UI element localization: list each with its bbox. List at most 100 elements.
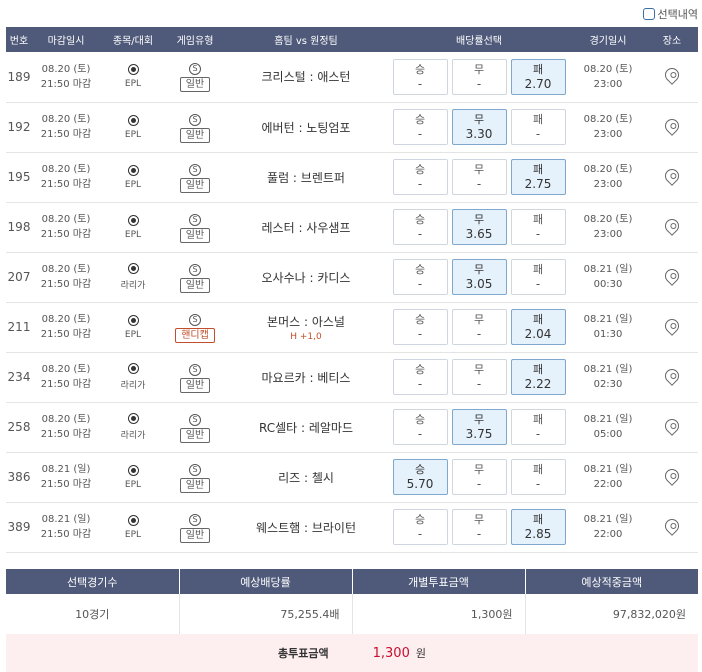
odds-draw-button[interactable]: 무 3.30 xyxy=(451,109,507,145)
map-pin-icon[interactable] xyxy=(662,215,682,236)
odds-lose-button[interactable]: 패 2.75 xyxy=(510,159,566,195)
odds-draw-value: - xyxy=(476,327,482,341)
map-pin-icon[interactable] xyxy=(662,65,682,86)
game-date-cell: 08.20 (토) 23:00 xyxy=(570,202,646,252)
odds-draw-button[interactable]: 무 3.05 xyxy=(451,259,507,295)
summary-table: 선택경기수 예상배당률 개별투표금액 예상적중금액 10경기 75,255.4배… xyxy=(6,569,698,635)
odds-draw-button[interactable]: 무- xyxy=(451,509,507,545)
match-number: 211 xyxy=(7,320,31,334)
odds-lose-label: 패 xyxy=(532,113,544,126)
map-pin-icon[interactable] xyxy=(662,515,682,536)
odds-win-button[interactable]: 승- xyxy=(392,509,448,545)
odds-cell: 승 - 무 - 패 2.04 xyxy=(388,302,570,352)
odds-lose-button[interactable]: 패 2.85 xyxy=(510,509,566,545)
odds-draw-button[interactable]: 무- xyxy=(451,309,507,345)
odds-cell: 승 - 무 3.05 패 - xyxy=(388,252,570,302)
deadline-cell: 08.20 (토) 21:50 마감 xyxy=(32,102,100,152)
odds-draw-label: 무 xyxy=(473,213,485,226)
odds-lose-button[interactable]: 패- xyxy=(510,459,566,495)
s-circle-icon: S xyxy=(189,413,201,426)
map-pin-icon[interactable] xyxy=(662,265,682,286)
odds-win-button[interactable]: 승- xyxy=(392,159,448,195)
map-pin-icon[interactable] xyxy=(662,165,682,186)
soccer-ball-icon xyxy=(127,263,139,274)
deadline-date: 08.21 (일) xyxy=(41,464,91,475)
odds-lose-button[interactable]: 패 2.04 xyxy=(510,309,566,345)
deadline-cell: 08.21 (일) 21:50 마감 xyxy=(32,452,100,502)
map-pin-icon[interactable] xyxy=(662,465,682,486)
odds-draw-button[interactable]: 무- xyxy=(451,459,507,495)
header-league: 종목/대회 xyxy=(100,27,166,52)
odds-cell: 승 - 무 - 패 2.22 xyxy=(388,352,570,402)
odds-cell: 승 - 무 3.75 패 - xyxy=(388,402,570,452)
game-date-cell: 08.21 (일) 01:30 xyxy=(570,302,646,352)
odds-win-value: - xyxy=(417,277,423,291)
odds-win-value: - xyxy=(417,227,423,241)
odds-draw-value: 3.65 xyxy=(465,227,493,241)
game-date: 08.21 (일) xyxy=(583,314,633,325)
match-number: 258 xyxy=(7,420,31,434)
teams-cell: 웨스트햄 : 브라이턴 xyxy=(224,502,388,552)
venue-cell xyxy=(646,52,698,102)
game-type-cell: S 일반 xyxy=(166,252,224,302)
odds-win-button[interactable]: 승- xyxy=(392,58,448,95)
odds-draw-button[interactable]: 무- xyxy=(451,359,507,395)
odds-draw-button[interactable]: 무- xyxy=(451,58,507,95)
odds-draw-button[interactable]: 무 3.65 xyxy=(451,209,507,245)
odds-lose-button[interactable]: 패- xyxy=(510,109,566,145)
odds-win-button[interactable]: 승- xyxy=(392,109,448,145)
table-row: 192 08.20 (토) 21:50 마감 EPL S 일반 에버턴 : 노팅엄포 승 - 무 3… xyxy=(6,102,698,152)
summary-header-count: 선택경기수 xyxy=(6,569,180,594)
league-cell: 라리가 xyxy=(100,402,166,452)
odds-lose-button[interactable]: 패- xyxy=(510,259,566,295)
game-date: 08.21 (일) xyxy=(583,514,633,525)
odds-win-value: - xyxy=(417,127,423,141)
odds-cell: 승 - 무 - 패 2.85 xyxy=(388,502,570,552)
table-row: 386 08.21 (일) 21:50 마감 EPL S 일반 리즈 : 첼시 승 5.70 무 -… xyxy=(6,452,698,502)
odds-win-button[interactable]: 승- xyxy=(392,359,448,395)
game-date-cell: 08.20 (토) 23:00 xyxy=(570,102,646,152)
odds-draw-button[interactable]: 무 3.75 xyxy=(451,409,507,445)
match-number: 192 xyxy=(7,120,31,134)
map-pin-icon[interactable] xyxy=(662,315,682,336)
odds-lose-label: 패 xyxy=(532,313,544,326)
venue-cell xyxy=(646,352,698,402)
odds-win-button[interactable]: 승- xyxy=(392,209,448,245)
odds-lose-button[interactable]: 패 2.70 xyxy=(510,58,566,95)
odds-win-button[interactable]: 승- xyxy=(392,259,448,295)
map-pin-icon[interactable] xyxy=(662,415,682,436)
deadline-cell: 08.20 (토) 21:50 마감 xyxy=(32,202,100,252)
game-type-cell: S 일반 xyxy=(166,452,224,502)
odds-win-button[interactable]: 승 5.70 xyxy=(392,459,448,495)
odds-win-value: - xyxy=(417,527,423,541)
odds-lose-label: 패 xyxy=(532,213,544,226)
table-row: 195 08.20 (토) 21:50 마감 EPL S 일반 풀럼 : 브렌트퍼 승 - 무 - 패… xyxy=(6,152,698,202)
odds-draw-value: 3.05 xyxy=(465,277,493,291)
odds-draw-value: 3.75 xyxy=(465,427,493,441)
odds-draw-label: 무 xyxy=(473,463,485,476)
odds-draw-value: - xyxy=(476,527,482,541)
odds-win-value: - xyxy=(417,427,423,441)
deadline-date: 08.21 (일) xyxy=(41,514,91,525)
odds-lose-button[interactable]: 패- xyxy=(510,409,566,445)
odds-lose-button[interactable]: 패 2.22 xyxy=(510,359,566,395)
odds-draw-button[interactable]: 무- xyxy=(451,159,507,195)
league-cell: 라리가 xyxy=(100,252,166,302)
game-time: 23:00 xyxy=(593,129,623,140)
odds-win-label: 승 xyxy=(414,163,426,176)
game-date: 08.21 (일) xyxy=(583,364,633,375)
odds-win-button[interactable]: 승- xyxy=(392,409,448,445)
game-type-cell: S 핸디캡 xyxy=(166,302,224,352)
soccer-ball-icon xyxy=(127,464,139,476)
odds-win-button[interactable]: 승- xyxy=(392,309,448,345)
league-name: EPL xyxy=(124,179,142,190)
odds-draw-label: 무 xyxy=(473,313,485,326)
map-pin-icon[interactable] xyxy=(662,115,682,136)
selection-history-toggle[interactable]: 선택내역 xyxy=(642,6,698,22)
selection-history-checkbox[interactable] xyxy=(642,8,655,20)
map-pin-icon[interactable] xyxy=(662,365,682,386)
league-cell: EPL xyxy=(100,302,166,352)
s-circle-icon: S xyxy=(189,213,201,226)
odds-lose-button[interactable]: 패- xyxy=(510,209,566,245)
odds-lose-label: 패 xyxy=(532,163,544,176)
